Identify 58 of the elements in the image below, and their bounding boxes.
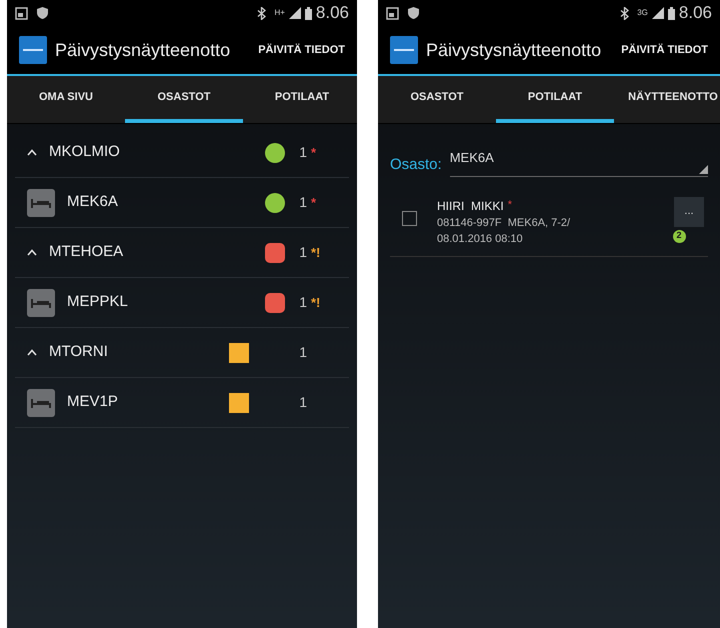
filter-label: Osasto: bbox=[390, 155, 442, 175]
ward-group-name[interactable]: MTORNI bbox=[49, 341, 108, 364]
sample-time: 08.01.2016 08:10 bbox=[437, 232, 524, 247]
clock-time: 8.06 bbox=[316, 2, 349, 24]
patient-details: 081146-997F MEK6A, 7-2/ bbox=[437, 216, 572, 230]
tab[interactable]: NÄYTTEENOTTO bbox=[614, 76, 720, 123]
caret-icon[interactable] bbox=[27, 249, 37, 256]
tab[interactable]: OMA SIVU bbox=[7, 76, 125, 123]
tab[interactable]: OSASTOT bbox=[125, 76, 243, 123]
priority-mark-text: *! bbox=[311, 294, 320, 310]
bed-icon bbox=[27, 188, 55, 216]
gallery-icon bbox=[15, 6, 28, 20]
caret-icon[interactable] bbox=[27, 349, 37, 356]
update-button[interactable]: PÄIVITÄ TIEDOT bbox=[258, 42, 345, 58]
battery-icon bbox=[668, 6, 675, 20]
patient-count: 1 bbox=[299, 343, 307, 362]
signal-icon bbox=[652, 7, 664, 19]
network-type: 3G bbox=[637, 9, 648, 17]
app-title: Päivystysnäytteenotto bbox=[55, 38, 230, 62]
network-type: H+ bbox=[274, 9, 285, 17]
ward-name[interactable]: MEK6A bbox=[67, 191, 118, 214]
ward-name[interactable]: MEV1P bbox=[67, 391, 118, 414]
bed-icon bbox=[27, 388, 55, 416]
tab[interactable]: POTILAAT bbox=[243, 76, 357, 123]
ward-dropdown[interactable]: MEK6A bbox=[450, 148, 708, 176]
patient-count: 1 bbox=[299, 193, 307, 212]
tab[interactable]: OSASTOT bbox=[378, 76, 496, 123]
signal-icon bbox=[288, 7, 301, 19]
patient-checkbox[interactable] bbox=[402, 210, 417, 226]
patient-count: 1 bbox=[299, 393, 307, 412]
more-button[interactable]: ... bbox=[674, 196, 704, 226]
clock-time: 8.06 bbox=[678, 2, 712, 24]
app-logo-icon bbox=[390, 36, 418, 64]
tab[interactable]: POTILAAT bbox=[496, 76, 614, 123]
bluetooth-icon bbox=[620, 6, 630, 20]
update-button[interactable]: PÄIVITÄ TIEDOT bbox=[621, 42, 708, 58]
patient-count: 1 bbox=[299, 243, 307, 262]
required-mark: * bbox=[508, 198, 512, 212]
caret-icon[interactable] bbox=[27, 149, 37, 156]
ward-name[interactable]: MEPPKL bbox=[67, 291, 128, 314]
patient-count: 1 bbox=[299, 143, 307, 162]
patient-name: HIIRI MIKKI bbox=[437, 198, 504, 214]
shield-icon bbox=[407, 6, 420, 20]
priority-mark-text: * bbox=[311, 194, 316, 210]
battery-icon bbox=[304, 6, 312, 20]
count-badge: 2 bbox=[672, 230, 686, 242]
ward-group-name[interactable]: MTEHOEA bbox=[49, 241, 124, 264]
app-logo-icon bbox=[19, 36, 47, 64]
ward-group-name[interactable]: MKOLMIO bbox=[49, 141, 120, 164]
bed-icon bbox=[27, 288, 55, 316]
priority-mark-text: *! bbox=[311, 244, 320, 260]
priority-mark-text: * bbox=[311, 144, 316, 160]
app-title: Päivystysnäytteenotto bbox=[426, 38, 602, 62]
patient-count: 1 bbox=[299, 293, 307, 312]
shield-icon bbox=[36, 6, 49, 20]
bluetooth-icon bbox=[257, 6, 266, 20]
dropdown-corner-icon bbox=[699, 164, 708, 174]
gallery-icon bbox=[386, 6, 399, 20]
